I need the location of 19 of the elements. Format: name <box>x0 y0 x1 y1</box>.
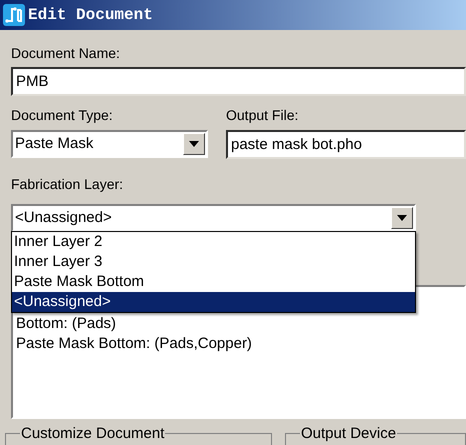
dropdown-option[interactable]: Paste Mask Bottom <box>12 272 415 292</box>
dropdown-option[interactable]: Inner Layer 2 <box>12 232 415 252</box>
caret-icon <box>397 215 407 221</box>
field-label: Fabrication Layer: <box>11 176 124 192</box>
dropdown-option[interactable]: Inner Layer 3 <box>12 252 415 272</box>
group-label: Output Device <box>300 425 398 442</box>
field-label: Output File: <box>226 107 300 123</box>
dropdown[interactable]: Paste Mask <box>11 130 208 158</box>
list-item[interactable]: Paste Mask Bottom: (Pads,Copper) <box>16 334 464 354</box>
field-label: Document Type: <box>11 107 114 123</box>
dropdown-option[interactable]: <Unassigned> <box>12 292 415 312</box>
text-field[interactable]: PMB <box>11 67 466 96</box>
app-icon <box>3 4 25 26</box>
caret-icon <box>189 141 199 147</box>
list-item[interactable]: Bottom: (Pads) <box>16 314 464 334</box>
field-label: Document Name: <box>11 45 121 61</box>
window-title: Edit Document <box>28 5 153 26</box>
dropdown[interactable]: <Unassigned> <box>11 204 416 232</box>
text-field[interactable]: paste mask bot.pho <box>226 130 466 159</box>
